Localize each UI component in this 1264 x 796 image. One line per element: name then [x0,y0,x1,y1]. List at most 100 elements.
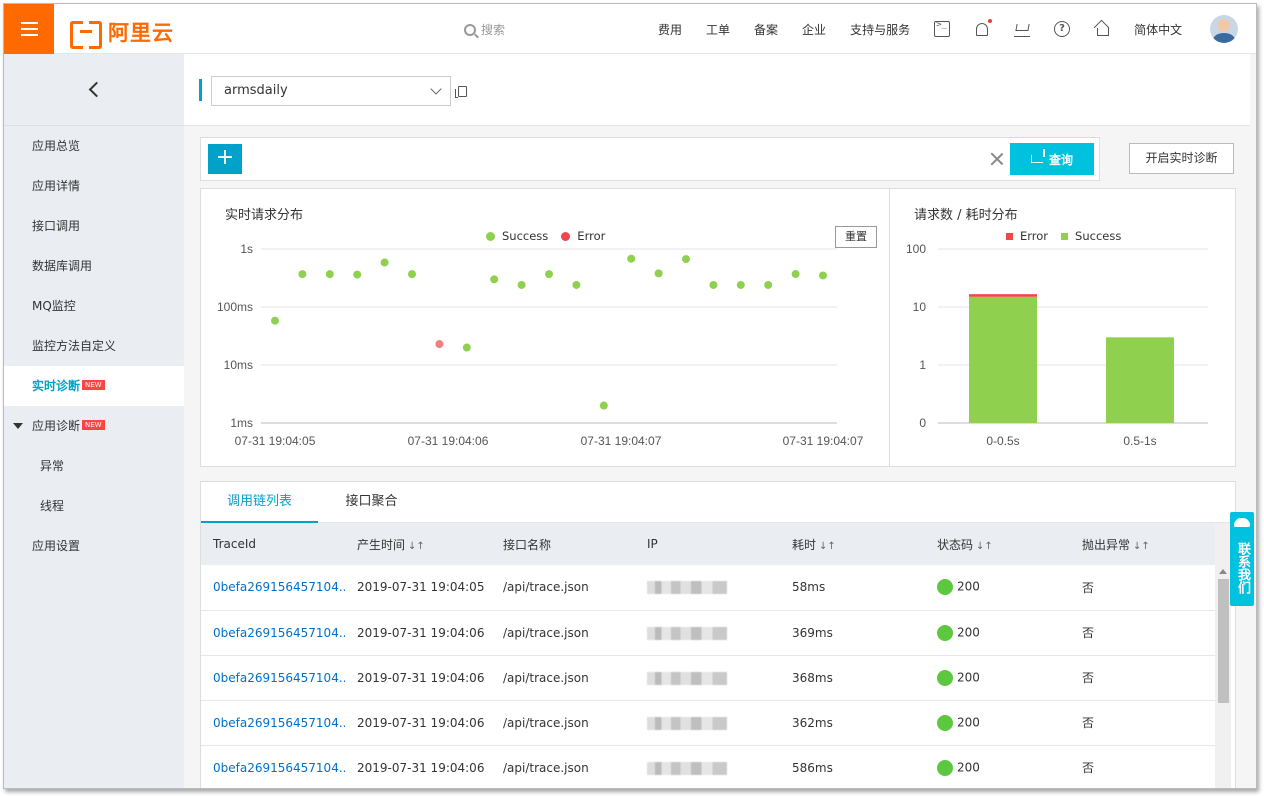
col-time[interactable]: 产生时间 ↓↑ [345,523,491,565]
x-tick-label: 07-31 19:04:07 [581,434,662,448]
add-filter-button[interactable]: + [208,144,242,174]
cell-time: 2019-07-31 19:04:06 [345,700,491,746]
trace-id-link[interactable]: 0befa269156457104... [201,610,345,656]
language-switch[interactable]: 简体中文 [1134,21,1182,38]
top-bar: 阿里云 搜索 费用 工单 备案 企业 支持与服务 ? 简体中文 [4,4,1256,54]
query-bar: + 查询 [200,137,1100,181]
table-row: 0befa269156457104... 2019-07-31 19:04:06… [201,745,1215,788]
sidebar-item-exception[interactable]: 异常 [4,446,184,486]
accent-bar [199,79,202,101]
contact-us-button[interactable]: 联系我们 [1230,512,1254,606]
trace-id-link[interactable]: 0befa269156457104... [201,745,345,788]
col-cost[interactable]: 耗时 ↓↑ [780,523,925,565]
cell-time: 2019-07-31 19:04:06 [345,655,491,701]
tab-trace-list[interactable]: 调用链列表 [201,482,318,523]
clear-icon[interactable] [990,152,1004,166]
scroll-up-arrow-icon[interactable] [1219,569,1227,574]
notification-bell-icon[interactable] [976,18,993,36]
x-tick-label: 07-31 19:04:07 [783,434,864,448]
scatter-point-success [298,270,307,279]
sidebar-item-realtime-diagnosis[interactable]: 实时诊断 NEW [4,366,184,406]
trace-id-link[interactable]: 0befa269156457104... [201,565,345,611]
nav-billing[interactable]: 费用 [658,21,682,38]
sidebar-item-db-call[interactable]: 数据库调用 [4,246,184,286]
ip-redacted [647,671,727,685]
scrollbar-thumb[interactable] [1218,579,1229,703]
sort-icon[interactable]: ↓↑ [976,541,993,552]
copy-icon[interactable] [455,86,467,98]
search-icon [464,23,476,36]
nav-ticket[interactable]: 工单 [706,21,730,38]
ip-redacted [647,716,727,730]
sidebar-item-label: 应用总览 [32,139,81,153]
chevron-down-icon [430,83,442,95]
sidebar-item-mq[interactable]: MQ监控 [4,286,184,326]
bar-success [1106,337,1174,423]
sort-icon[interactable]: ↓↑ [408,541,425,552]
search-box[interactable]: 搜索 [464,21,505,38]
trace-table: TraceId 产生时间 ↓↑ 接口名称 IP 耗时 ↓↑ 状态码 ↓↑ 抛出异常 ↓↑… [201,523,1215,788]
aliyun-logo[interactable]: 阿里云 [70,17,174,49]
scatter-point-success [764,280,773,289]
cell-ip [635,655,780,701]
home-icon[interactable] [1094,21,1110,37]
cell-cost: 369ms [780,610,925,656]
sidebar-item-custom-method[interactable]: 监控方法自定义 [4,326,184,366]
scatter-point-success [572,280,581,289]
status-ok-icon [937,714,953,731]
sidebar-item-app-detail[interactable]: 应用详情 [4,166,184,206]
sidebar-item-thread[interactable]: 线程 [4,486,184,526]
cell-cost: 586ms [780,745,925,788]
sidebar-collapse-button[interactable] [4,54,184,126]
y-tick-label: 10 [913,300,927,314]
y-tick-label: 100ms [217,300,253,314]
sort-icon[interactable]: ↓↑ [1133,541,1150,552]
sidebar-item-label: 数据库调用 [32,259,93,273]
help-icon[interactable]: ? [1054,21,1071,37]
terminal-icon[interactable] [934,20,951,37]
new-badge: NEW [82,379,105,390]
nav-enterprise[interactable]: 企业 [802,21,826,38]
scatter-point-success [709,280,718,289]
logo-text: 阿里云 [108,21,174,45]
nav-support[interactable]: 支持与服务 [850,21,910,38]
cell-status: 200 [925,655,1070,701]
scatter-panel: 实时请求分布 Success Error 重置 1ms 10ms 100ms 1s 07… [200,188,890,467]
trace-id-link[interactable]: 0befa269156457104... [201,655,345,701]
y-tick-label: 1ms [230,416,253,430]
enter-icon [1030,149,1045,163]
col-exception[interactable]: 抛出异常 ↓↑ [1070,523,1215,565]
table-row: 0befa269156457104... 2019-07-31 19:04:06… [201,700,1215,746]
cell-ip [635,565,780,611]
cart-icon[interactable] [1014,21,1031,37]
sidebar-item-app-overview[interactable]: 应用总览 [4,126,184,166]
y-tick-label: 1s [240,242,253,256]
cell-exception: 否 [1070,655,1215,701]
cell-cost: 58ms [780,565,925,611]
sidebar-item-api-call[interactable]: 接口调用 [4,206,184,246]
y-tick-label: 10ms [224,358,253,372]
nav-icp[interactable]: 备案 [754,21,778,38]
query-button[interactable]: 查询 [1010,143,1094,175]
scatter-point-success [654,269,663,278]
sidebar-item-label: 应用详情 [32,179,81,193]
sidebar-item-label: 应用设置 [32,539,81,553]
hamburger-menu-button[interactable] [4,4,54,54]
tab-api-aggregation[interactable]: 接口聚合 [318,482,425,523]
sidebar-item-label: 监控方法自定义 [32,339,117,353]
trace-id-link[interactable]: 0befa269156457104... [201,700,345,746]
table-scrollbar[interactable] [1215,523,1231,788]
app-select[interactable]: armsdaily [211,76,451,106]
chevron-left-icon [88,81,104,98]
ip-redacted [647,581,727,595]
col-status[interactable]: 状态码 ↓↑ [925,523,1070,565]
sidebar-item-app-settings[interactable]: 应用设置 [4,526,184,566]
cell-api: /api/trace.json [491,655,635,701]
start-diagnosis-button[interactable]: 开启实时诊断 [1129,143,1234,174]
user-avatar[interactable] [1210,15,1238,43]
y-tick-label: 1 [919,358,926,372]
top-nav: 费用 工单 备案 企业 支持与服务 ? 简体中文 [658,4,1206,54]
caret-down-icon [13,423,23,429]
sidebar-item-app-diagnosis[interactable]: 应用诊断 NEW [4,406,184,446]
sort-icon[interactable]: ↓↑ [819,541,836,552]
